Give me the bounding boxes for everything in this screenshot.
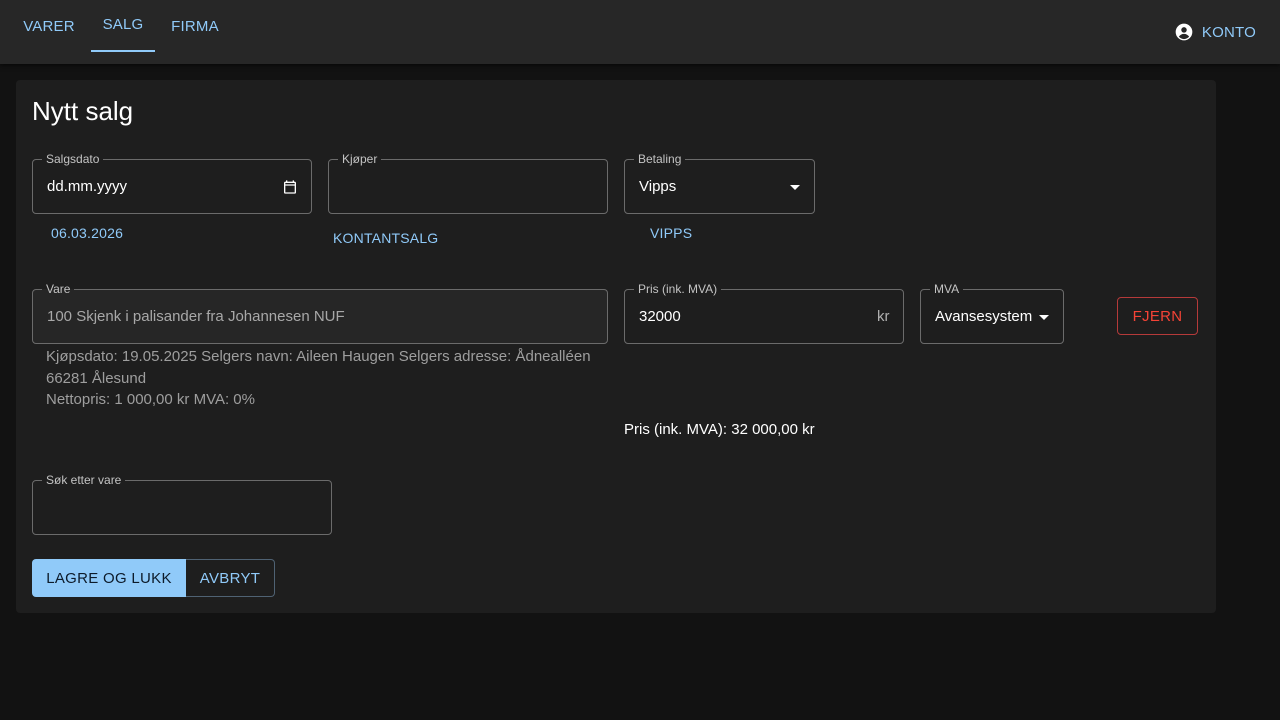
account-label: KONTO [1201,23,1256,41]
buyer-label: Kjøper [338,152,382,166]
cash-sale-button[interactable]: KONTANTSALG [333,230,438,246]
currency-suffix: kr [877,308,890,325]
product-details-line: Kjøpsdato: 19.05.2025 Selgers navn: Aile… [46,348,591,387]
sale-date-label: Salgsdato [42,152,104,166]
product-details: Kjøpsdato: 19.05.2025 Selgers navn: Aile… [46,346,616,411]
sale-date-field[interactable]: Salgsdato dd.mm.yyyy [32,152,312,214]
sale-date-placeholder: dd.mm.yyyy [47,178,128,195]
price-summary: Pris (ink. MVA): 32 000,00 kr [624,421,815,438]
payment-label: Betaling [634,152,686,166]
product-value: 100 Skjenk i palisander fra Johannesen N… [47,308,345,325]
payment-select[interactable]: Betaling Vipps [624,152,815,214]
product-search-field[interactable]: Søk etter vare [32,473,332,535]
remove-item-button[interactable]: FJERN [1117,297,1198,335]
chevron-down-icon [790,185,800,190]
new-sale-form: Nytt salg Salgsdato dd.mm.yyyy 06.03.202… [16,80,1216,613]
cancel-button[interactable]: AVBRYT [186,559,275,597]
app-bar: VARER SALG FIRMA KONTO [0,0,1280,64]
quick-date-button[interactable]: 06.03.2026 [51,225,123,241]
tab-varer[interactable]: VARER [12,0,86,52]
product-details-line: Nettopris: 1 000,00 kr MVA: 0% [46,391,255,408]
search-label: Søk etter vare [42,473,126,487]
product-label: Vare [42,282,75,296]
account-button[interactable]: KONTO [1174,20,1256,44]
buyer-field[interactable]: Kjøper [328,152,608,214]
vat-label: MVA [930,282,964,296]
chevron-down-icon [1039,315,1049,320]
page-title: Nytt salg [32,96,134,126]
action-buttons: LAGRE OG LUKK AVBRYT [32,559,275,597]
vat-select[interactable]: MVA Avansesystem [920,282,1064,344]
vat-value: Avansesystem [935,308,1033,325]
vipps-button[interactable]: VIPPS [650,225,692,241]
calendar-icon[interactable] [282,179,298,195]
save-and-close-button[interactable]: LAGRE OG LUKK [32,559,186,597]
price-value: 32000 [639,308,681,325]
product-field: Vare 100 Skjenk i palisander fra Johanne… [32,282,608,344]
payment-value: Vipps [639,178,677,195]
tab-label: VARER [23,17,75,35]
tab-salg[interactable]: SALG [91,0,155,52]
account-circle-icon [1175,23,1193,41]
price-label: Pris (ink. MVA) [634,282,722,296]
tab-firma[interactable]: FIRMA [160,0,230,52]
tab-label: FIRMA [171,17,219,35]
price-field[interactable]: Pris (ink. MVA) 32000 kr [624,282,904,344]
tab-label: SALG [102,15,144,33]
